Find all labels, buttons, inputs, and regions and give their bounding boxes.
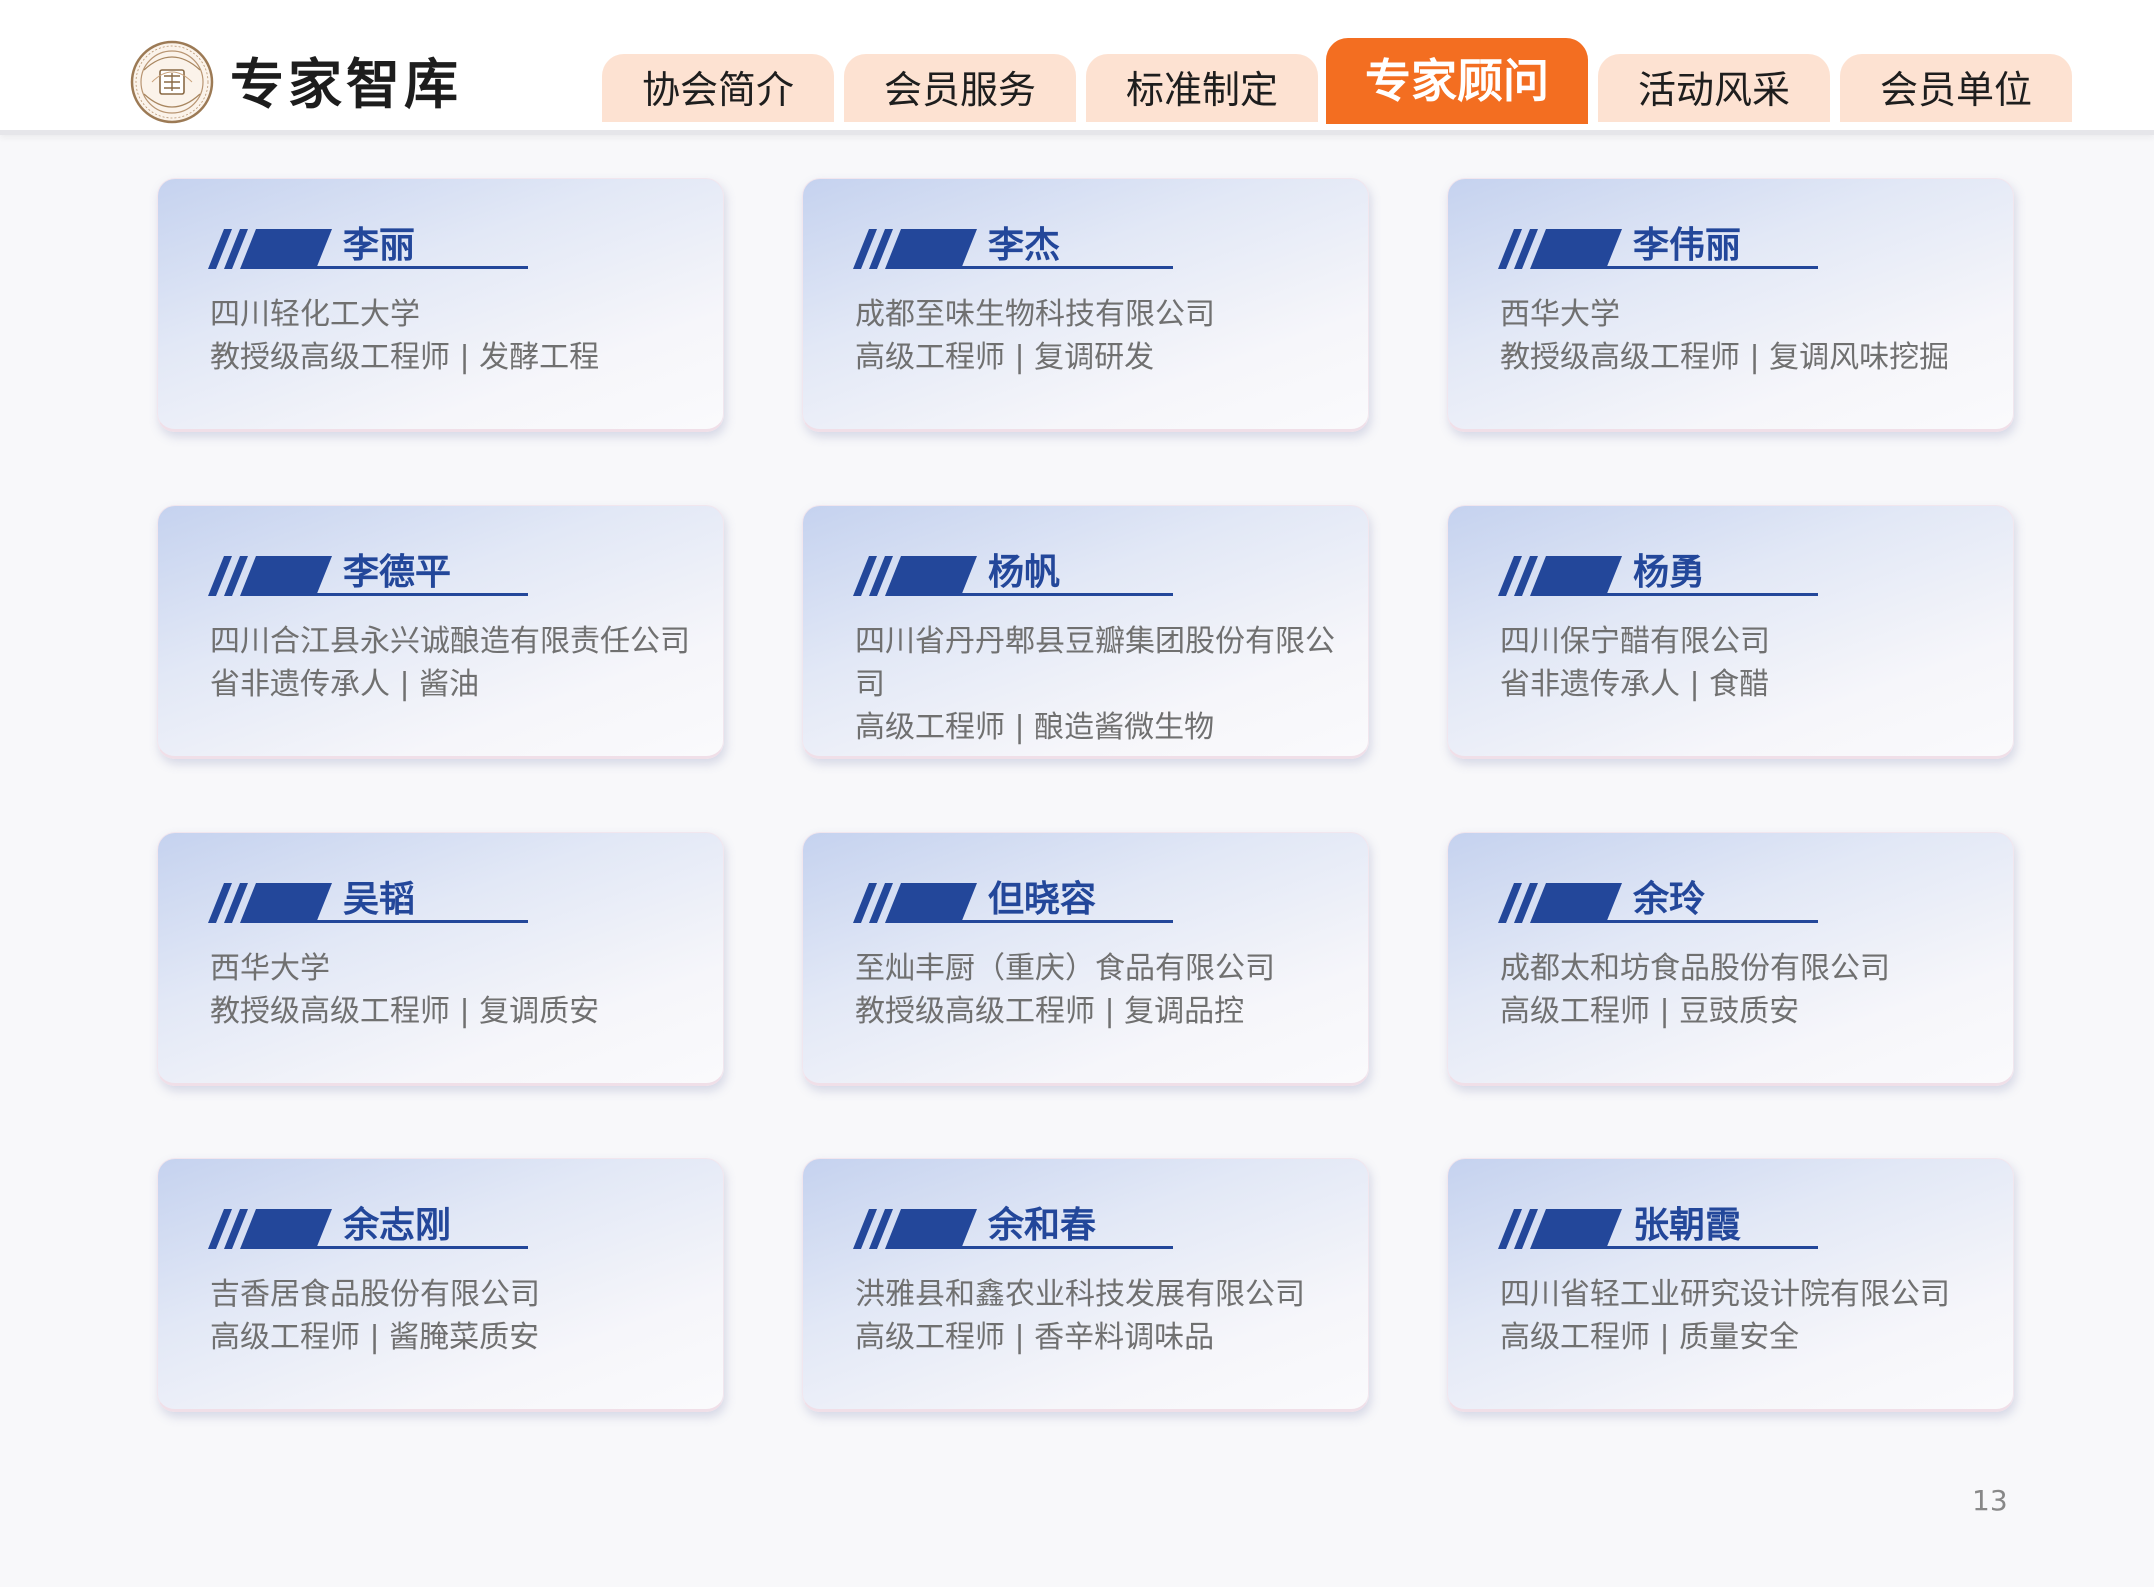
expert-details: 四川省丹丹郫县豆瓣集团股份有限公司高级工程师 | 酿造酱微生物 (855, 620, 1335, 749)
expert-organization: 四川省丹丹郫县豆瓣集团股份有限公司 (855, 624, 1335, 702)
expert-title-specialty: 教授级高级工程师 | 复调品控 (855, 994, 1245, 1029)
expert-details: 西华大学教授级高级工程师 | 复调质安 (210, 947, 690, 1033)
expert-details: 吉香居食品股份有限公司 高级工程师 | 酱腌菜质安 (210, 1273, 690, 1359)
expert-name: 李德平 (343, 552, 452, 593)
expert-card: 余和春洪雅县和鑫农业科技发展有限公司 高级工程师 | 香辛料调味品 (802, 1158, 1369, 1412)
expert-name: 吴韬 (343, 879, 416, 920)
expert-organization: 成都太和坊食品股份有限公司 (1500, 951, 1890, 986)
expert-details: 洪雅县和鑫农业科技发展有限公司 高级工程师 | 香辛料调味品 (855, 1273, 1335, 1359)
expert-card: 杨帆四川省丹丹郫县豆瓣集团股份有限公司高级工程师 | 酿造酱微生物 (802, 505, 1369, 759)
expert-title-specialty: 高级工程师 | 质量安全 (1500, 1320, 1800, 1355)
expert-card: 李德平四川合江县永兴诚酿造有限责任公司 省非遗传承人 | 酱油 (157, 505, 724, 759)
page-title: 专家智库 (230, 53, 462, 116)
expert-card: 余志刚吉香居食品股份有限公司 高级工程师 | 酱腌菜质安 (157, 1158, 724, 1412)
expert-card: 杨勇四川保宁醋有限公司 省非遗传承人 | 食醋 (1447, 505, 2014, 759)
expert-name: 李杰 (988, 225, 1061, 266)
expert-organization: 西华大学 (1500, 297, 1620, 332)
tab-activities[interactable]: 活动风采 (1598, 54, 1830, 122)
expert-details: 成都至味生物科技有限公司 高级工程师 | 复调研发 (855, 293, 1335, 379)
expert-organization: 四川合江县永兴诚酿造有限责任公司 (210, 624, 690, 659)
expert-title-specialty: 教授级高级工程师 | 发酵工程 (210, 340, 600, 375)
expert-title-specialty: 教授级高级工程师 | 复调风味挖掘 (1500, 340, 1950, 375)
expert-card: 但晓容至灿丰厨（重庆）食品有限公司 教授级高级工程师 | 复调品控 (802, 832, 1369, 1086)
expert-name: 余玲 (1633, 879, 1706, 920)
expert-title-specialty: 省非遗传承人 | 食醋 (1500, 667, 1770, 702)
expert-title-specialty: 高级工程师 | 酱腌菜质安 (210, 1320, 540, 1355)
expert-name: 李伟丽 (1633, 225, 1742, 266)
expert-name: 但晓容 (988, 879, 1097, 920)
expert-organization: 四川保宁醋有限公司 (1500, 624, 1770, 659)
expert-details: 四川省轻工业研究设计院有限公司 高级工程师 | 质量安全 (1500, 1273, 1980, 1359)
expert-details: 至灿丰厨（重庆）食品有限公司 教授级高级工程师 | 复调品控 (855, 947, 1335, 1033)
expert-details: 成都太和坊食品股份有限公司 高级工程师 | 豆豉质安 (1500, 947, 1980, 1033)
expert-organization: 成都至味生物科技有限公司 (855, 297, 1215, 332)
expert-title-specialty: 高级工程师 | 豆豉质安 (1500, 994, 1800, 1029)
tab-member-services[interactable]: 会员服务 (844, 54, 1076, 122)
expert-title-specialty: 教授级高级工程师 | 复调质安 (210, 994, 600, 1029)
expert-card: 张朝霞四川省轻工业研究设计院有限公司 高级工程师 | 质量安全 (1447, 1158, 2014, 1412)
tab-standards[interactable]: 标准制定 (1086, 54, 1318, 122)
expert-title-specialty: 省非遗传承人 | 酱油 (210, 667, 480, 702)
expert-name: 杨勇 (1633, 552, 1706, 593)
tab-member-units[interactable]: 会员单位 (1840, 54, 2072, 122)
page: 专家智库 协会简介 会员服务 标准制定 专家顾问 活动风采 会员单位 李丽四川轻… (0, 0, 2154, 1587)
expert-details: 四川保宁醋有限公司 省非遗传承人 | 食醋 (1500, 620, 1980, 706)
page-number: 13 (1972, 1484, 2008, 1517)
expert-name: 杨帆 (988, 552, 1061, 593)
association-seal-logo-icon (130, 40, 214, 124)
expert-card: 李杰成都至味生物科技有限公司 高级工程师 | 复调研发 (802, 178, 1369, 432)
expert-card: 吴韬 西华大学教授级高级工程师 | 复调质安 (157, 832, 724, 1086)
header: 专家智库 协会简介 会员服务 标准制定 专家顾问 活动风采 会员单位 (0, 0, 2154, 135)
tab-association-intro[interactable]: 协会简介 (602, 54, 834, 122)
expert-organization: 洪雅县和鑫农业科技发展有限公司 (855, 1277, 1305, 1312)
expert-title-specialty: 高级工程师 | 复调研发 (855, 340, 1155, 375)
expert-name: 李丽 (343, 225, 416, 266)
expert-title-specialty: 高级工程师 | 酿造酱微生物 (855, 710, 1215, 745)
expert-card: 余玲成都太和坊食品股份有限公司 高级工程师 | 豆豉质安 (1447, 832, 2014, 1086)
expert-name: 余和春 (988, 1205, 1097, 1246)
expert-organization: 四川省轻工业研究设计院有限公司 (1500, 1277, 1950, 1312)
expert-name: 余志刚 (343, 1205, 452, 1246)
expert-organization: 吉香居食品股份有限公司 (210, 1277, 540, 1312)
expert-organization: 西华大学 (210, 951, 330, 986)
expert-name: 张朝霞 (1633, 1205, 1742, 1246)
expert-organization: 至灿丰厨（重庆）食品有限公司 (855, 951, 1275, 986)
expert-card: 李伟丽 西华大学教授级高级工程师 | 复调风味挖掘 (1447, 178, 2014, 432)
expert-details: 四川合江县永兴诚酿造有限责任公司 省非遗传承人 | 酱油 (210, 620, 690, 706)
expert-card: 李丽四川轻化工大学教授级高级工程师 | 发酵工程 (157, 178, 724, 432)
tab-expert-advisors[interactable]: 专家顾问 (1326, 38, 1588, 124)
expert-details: 西华大学教授级高级工程师 | 复调风味挖掘 (1500, 293, 1980, 379)
expert-organization: 四川轻化工大学 (210, 297, 420, 332)
expert-title-specialty: 高级工程师 | 香辛料调味品 (855, 1320, 1215, 1355)
expert-details: 四川轻化工大学教授级高级工程师 | 发酵工程 (210, 293, 690, 379)
